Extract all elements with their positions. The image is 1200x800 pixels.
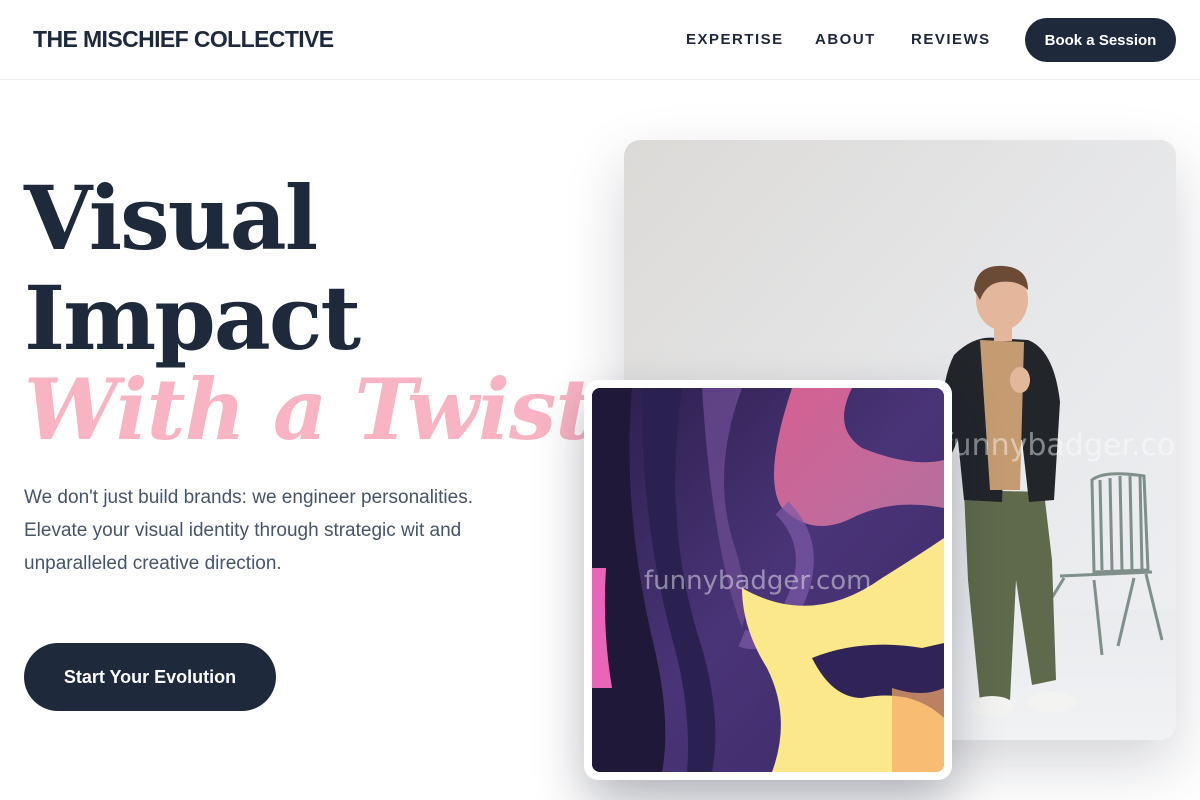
brand-logo[interactable]: THE MISCHIEF COLLECTIVE xyxy=(33,26,334,53)
art-watermark: funnybadger.com xyxy=(644,566,872,596)
hero-headline: Visual Impact xyxy=(24,166,361,370)
headline-line-2: Impact xyxy=(24,266,361,370)
photo-watermark: funnybadger.com xyxy=(942,428,1176,463)
nav-link-reviews[interactable]: REVIEWS xyxy=(911,31,1011,48)
nav-link-expertise[interactable]: EXPERTISE xyxy=(686,31,815,48)
site-header: THE MISCHIEF COLLECTIVE EXPERTISE ABOUT … xyxy=(0,0,1200,80)
hero-accent-line: With a Twist. xyxy=(24,360,622,459)
nav-link-about[interactable]: ABOUT xyxy=(815,31,911,48)
start-evolution-button[interactable]: Start Your Evolution xyxy=(24,643,276,711)
abstract-artwork-card: funnybadger.com xyxy=(584,380,952,780)
headline-line-1: Visual xyxy=(24,166,318,270)
main-nav: EXPERTISE ABOUT REVIEWS xyxy=(686,31,1011,48)
hero-description: We don't just build brands: we engineer … xyxy=(24,487,473,574)
book-session-button[interactable]: Book a Session xyxy=(1025,18,1176,62)
